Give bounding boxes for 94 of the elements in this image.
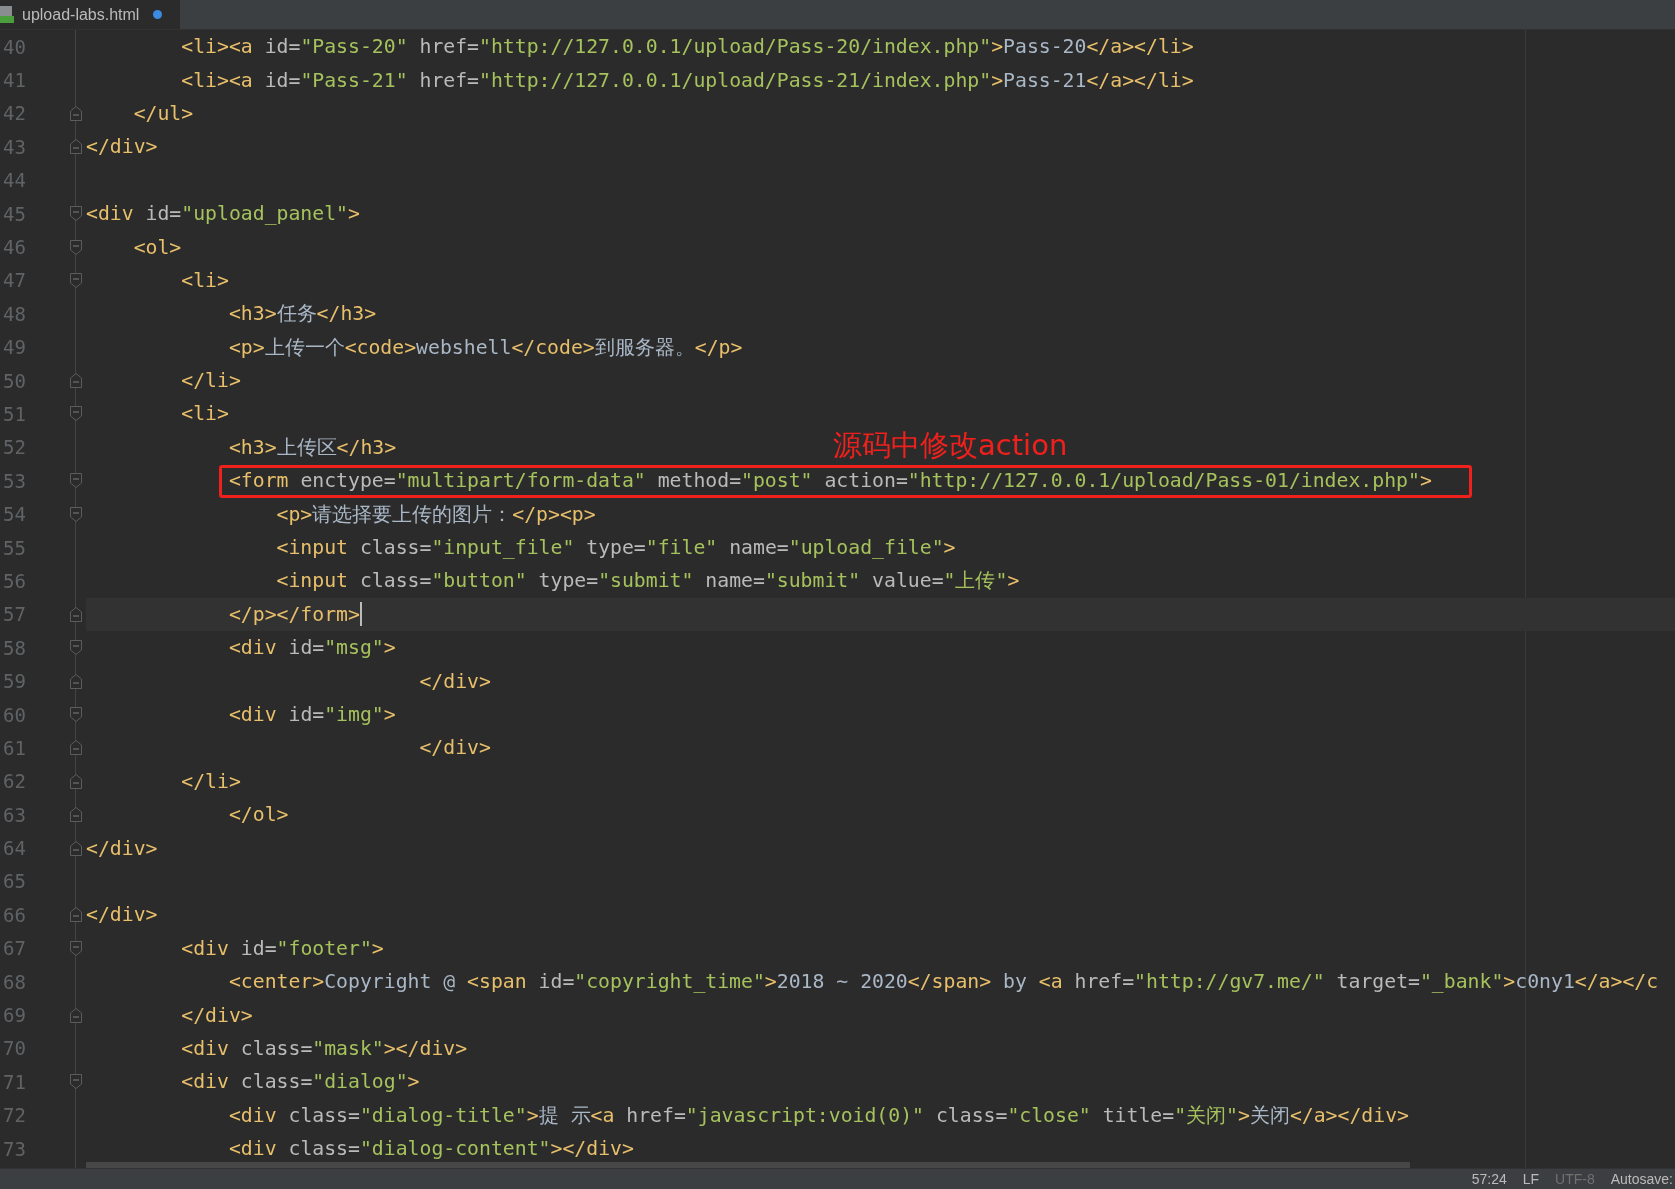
code-line: </li> xyxy=(180,369,241,393)
fold-icon[interactable] xyxy=(70,206,82,222)
line-number: 64 xyxy=(2,837,26,860)
code-line: <div id="msg"> xyxy=(227,636,396,660)
code-line: <li> xyxy=(180,402,229,426)
line-number: 55 xyxy=(2,536,26,559)
status-item[interactable]: LF xyxy=(1522,1171,1540,1187)
code-line: <li><a id="Pass-21" href="http://127.0.0.1/upload/Pass-21/index.php">Pass-21</a></li> xyxy=(180,68,1194,92)
html-file-icon xyxy=(0,5,16,24)
line-number: 53 xyxy=(2,469,26,492)
status-item[interactable]: 57:24 xyxy=(1471,1171,1507,1187)
fold-icon[interactable] xyxy=(70,1074,82,1090)
unfold-icon[interactable] xyxy=(70,673,82,689)
unfold-icon[interactable] xyxy=(70,606,82,622)
fold-icon[interactable] xyxy=(70,239,82,255)
fold-icon[interactable] xyxy=(70,940,82,956)
line-number: 48 xyxy=(2,302,26,325)
line-number: 68 xyxy=(2,970,26,993)
code-line: </div> xyxy=(418,736,491,760)
line-number: 57 xyxy=(2,603,26,626)
line-number: 69 xyxy=(2,1004,26,1026)
code-line: <input class="input_file" type="file" name="upload_file"> xyxy=(275,536,956,560)
horizontal-scrollbar[interactable] xyxy=(86,1162,1410,1168)
line-number: 73 xyxy=(2,1137,26,1160)
line-number: 54 xyxy=(2,503,26,526)
fold-icon[interactable] xyxy=(70,272,82,288)
line-number: 49 xyxy=(2,336,26,359)
code-line: <h3>任务</h3> xyxy=(227,301,377,328)
line-number: 52 xyxy=(2,436,26,459)
line-number: 56 xyxy=(2,569,26,592)
line-number: 43 xyxy=(2,135,26,158)
code-line: <ol> xyxy=(132,235,182,259)
line-number: 72 xyxy=(2,1104,26,1127)
unfold-icon[interactable] xyxy=(70,139,82,155)
code-line: <div id="upload_panel"> xyxy=(86,202,360,226)
tab-label: upload-labs.html xyxy=(22,5,140,24)
line-number: 58 xyxy=(2,636,26,659)
line-number: 70 xyxy=(2,1037,26,1060)
line-number: 59 xyxy=(2,670,26,693)
line-number: 66 xyxy=(2,903,26,926)
unfold-icon[interactable] xyxy=(70,840,82,856)
code-line: <p>上传一个<code>webshell</code>到服务器。</p> xyxy=(227,334,743,361)
code-line: <p>请选择要上传的图片：</p><p> xyxy=(275,501,596,528)
fold-icon[interactable] xyxy=(70,406,82,422)
line-number: 65 xyxy=(2,870,26,893)
file-tab[interactable]: upload-labs.html xyxy=(0,0,181,29)
line-number: 50 xyxy=(2,369,26,392)
unfold-icon[interactable] xyxy=(70,1007,82,1023)
line-number: 47 xyxy=(2,269,26,292)
code-line: </div> xyxy=(86,135,158,159)
line-number: 45 xyxy=(2,202,26,225)
line-number: 40 xyxy=(2,35,26,58)
unfold-icon[interactable] xyxy=(70,907,82,923)
line-number: 51 xyxy=(2,403,26,425)
code-line: <center>Copyright @ <span id="copyright_time">2018 ~ 2020</span> by <a href="http://gv7.me/" target="_bank">c0ny1</a></c xyxy=(227,970,1659,994)
line-number: 63 xyxy=(2,803,26,826)
code-line: <input class="button" type="submit" name="submit" value="上传"> xyxy=(275,568,1020,595)
code-line: </div> xyxy=(86,903,158,927)
code-line: <div id="img"> xyxy=(227,703,396,726)
fold-icon[interactable] xyxy=(70,640,82,656)
unfold-icon[interactable] xyxy=(70,807,82,823)
code-line: <div class="dialog-content"></div> xyxy=(227,1137,634,1161)
line-number: 44 xyxy=(2,169,26,192)
unfold-icon[interactable] xyxy=(70,105,82,121)
line-number: 67 xyxy=(2,937,26,960)
line-number: 71 xyxy=(2,1070,26,1093)
line-number: 46 xyxy=(2,236,26,259)
code-line: <li> xyxy=(180,268,229,292)
code-line: </div> xyxy=(180,1003,253,1027)
fold-icon[interactable] xyxy=(70,473,82,489)
line-number: 60 xyxy=(2,703,26,726)
annotation-text: 源码中修改action xyxy=(833,427,1068,465)
code-line: </div> xyxy=(86,836,158,860)
code-line: </ul> xyxy=(132,101,194,125)
unfold-icon[interactable] xyxy=(70,773,82,789)
unfold-icon[interactable] xyxy=(70,373,82,389)
fold-icon[interactable] xyxy=(70,506,82,522)
code-line: </li> xyxy=(180,769,241,793)
code-line: <li><a id="Pass-20" href="http://127.0.0.1/upload/Pass-20/index.php">Pass-20</a></li> xyxy=(180,35,1194,59)
line-number: 41 xyxy=(2,69,26,92)
code-line: <div id="footer"> xyxy=(180,936,384,960)
code-line: <div class="dialog"> xyxy=(180,1070,420,1094)
line-number: 61 xyxy=(2,736,26,759)
line-number: 42 xyxy=(2,102,26,125)
line-number: 62 xyxy=(2,770,26,793)
code-line: <div class="mask"></div> xyxy=(180,1036,468,1060)
code-line: <div class="dialog-title">提 示<a href="javascript:void(0)" class="close" title="关闭">关闭</a></div> xyxy=(227,1102,1409,1129)
code-line: <h3>上传区</h3> xyxy=(227,434,397,461)
code-line: </div> xyxy=(418,669,491,693)
unfold-icon[interactable] xyxy=(70,740,82,756)
fold-icon[interactable] xyxy=(70,707,82,722)
code-line: <form enctype="multipart/form-data" method="post" action="http://127.0.0.1/upload/Pass-01/index.php"> xyxy=(227,469,1432,493)
status-item[interactable]: Autosave: xyxy=(1610,1171,1673,1187)
code-line: </ol> xyxy=(227,803,289,827)
